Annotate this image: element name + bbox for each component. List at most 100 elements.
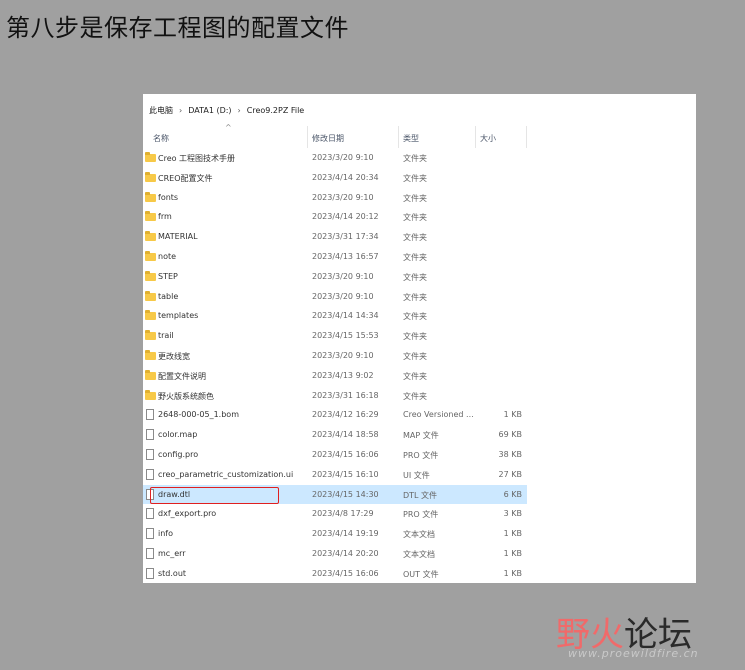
file-size: 1 KB: [503, 568, 522, 578]
column-header-name[interactable]: 名称: [153, 133, 169, 144]
file-row[interactable]: 野火版系统颜色 2023/3/31 16:18 文件夹: [143, 386, 527, 405]
file-size: 6 KB: [503, 489, 522, 499]
file-name: std.out: [158, 568, 187, 578]
file-name: 更改线宽: [158, 352, 190, 361]
file-row[interactable]: fonts 2023/3/20 9:10 文件夹: [143, 188, 527, 207]
file-size: 38 KB: [498, 450, 522, 459]
file-modified-date: 2023/4/14 20:34: [312, 172, 379, 182]
file-name: 2648-000-05_1.bom: [158, 410, 239, 420]
file-modified-date: 2023/3/20 9:10: [312, 271, 374, 281]
file-type: 文件夹: [403, 352, 427, 361]
file-row[interactable]: table 2023/3/20 9:10 文件夹: [143, 287, 527, 306]
column-header-modified[interactable]: 修改日期: [312, 133, 344, 144]
file-modified-date: 2023/4/14 19:19: [312, 529, 379, 539]
file-type: 文件夹: [403, 272, 427, 282]
file-row[interactable]: color.map 2023/4/14 18:58 MAP 文件 69 KB: [143, 425, 527, 444]
file-name: creo_parametric_customization.ui: [158, 469, 294, 479]
file-type: OUT 文件: [403, 569, 439, 579]
file-modified-date: 2023/4/13 16:57: [312, 252, 379, 261]
file-type: 文件夹: [403, 312, 427, 322]
chevron-right-icon: ›: [179, 105, 183, 115]
folder-icon: [145, 231, 156, 242]
file-name: templates: [158, 311, 199, 321]
file-icon: [146, 508, 154, 520]
file-type: UI 文件: [403, 470, 430, 480]
file-size: 1 KB: [503, 549, 522, 558]
chevron-right-icon: ›: [237, 105, 241, 115]
column-divider[interactable]: [398, 126, 399, 148]
breadcrumb-item-folder[interactable]: Creo9.2PZ File: [247, 106, 304, 115]
column-header-size[interactable]: 大小: [480, 133, 496, 144]
column-divider[interactable]: [526, 126, 527, 148]
column-divider[interactable]: [475, 126, 476, 148]
watermark-url: www.proewildfire.cn: [568, 647, 699, 660]
file-row[interactable]: CREO配置文件 2023/4/14 20:34 文件夹: [143, 168, 527, 187]
folder-icon: [145, 389, 156, 400]
file-row[interactable]: dxf_export.pro 2023/4/8 17:29 PRO 文件 3 KB: [143, 504, 527, 523]
file-row[interactable]: Creo 工程图技术手册 2023/3/20 9:10 文件夹: [143, 148, 527, 167]
file-icon: [146, 449, 154, 460]
file-modified-date: 2023/4/13 9:02: [312, 370, 374, 380]
file-type: 文件夹: [403, 233, 427, 243]
file-modified-date: 2023/4/14 20:20: [312, 549, 379, 558]
file-row[interactable]: frm 2023/4/14 20:12 文件夹: [143, 207, 527, 226]
file-row[interactable]: STEP 2023/3/20 9:10 文件夹: [143, 267, 527, 286]
breadcrumb-item-drive[interactable]: DATA1 (D:): [188, 106, 231, 115]
file-type: 文件夹: [403, 253, 427, 262]
file-modified-date: 2023/3/20 9:10: [312, 153, 374, 162]
file-modified-date: 2023/4/15 16:06: [312, 450, 379, 459]
breadcrumb[interactable]: 此电脑 › DATA1 (D:) › Creo9.2PZ File: [149, 103, 304, 117]
folder-icon: [145, 251, 156, 261]
file-type: 文件夹: [403, 173, 427, 183]
file-name: CREO配置文件: [158, 173, 213, 183]
folder-icon: [145, 152, 156, 162]
file-row[interactable]: 更改线宽 2023/3/20 9:10 文件夹: [143, 346, 527, 365]
file-row[interactable]: note 2023/4/13 16:57 文件夹: [143, 247, 527, 266]
file-name: table: [158, 291, 179, 301]
file-size: 27 KB: [498, 469, 522, 479]
file-name: frm: [158, 212, 172, 222]
file-type: 文件夹: [403, 371, 427, 381]
file-type: PRO 文件: [403, 510, 439, 520]
file-type: MAP 文件: [403, 431, 439, 441]
file-row[interactable]: info 2023/4/14 19:19 文本文档 1 KB: [143, 524, 527, 543]
column-divider[interactable]: [307, 126, 308, 148]
folder-icon: [145, 330, 156, 341]
file-icon: [146, 429, 154, 441]
column-header-type[interactable]: 类型: [403, 133, 419, 144]
file-icon: [146, 409, 154, 421]
file-name: dxf_export.pro: [158, 509, 217, 519]
file-modified-date: 2023/4/8 17:29: [312, 509, 374, 519]
file-modified-date: 2023/3/20 9:10: [312, 351, 374, 360]
file-modified-date: 2023/3/31 17:34: [312, 232, 379, 242]
highlight-annotation-box: [150, 487, 279, 504]
file-icon: [146, 528, 154, 540]
file-row[interactable]: config.pro 2023/4/15 16:06 PRO 文件 38 KB: [143, 445, 527, 464]
file-type: 文件夹: [403, 154, 427, 163]
file-row[interactable]: std.out 2023/4/15 16:06 OUT 文件 1 KB: [143, 564, 527, 583]
file-row[interactable]: templates 2023/4/14 14:34 文件夹: [143, 306, 527, 325]
forum-watermark: 野火论坛 www.proewildfire.cn: [556, 607, 736, 667]
breadcrumb-item-this-pc[interactable]: 此电脑: [149, 105, 173, 116]
file-row[interactable]: mc_err 2023/4/14 20:20 文本文档 1 KB: [143, 544, 527, 563]
folder-icon: [145, 171, 156, 182]
file-modified-date: 2023/4/14 14:34: [312, 311, 379, 321]
file-row[interactable]: 配置文件说明 2023/4/13 9:02 文件夹: [143, 366, 527, 385]
file-row[interactable]: 2648-000-05_1.bom 2023/4/12 16:29 Creo Ver…: [143, 405, 527, 424]
file-modified-date: 2023/4/15 14:30: [312, 489, 379, 499]
file-size: 3 KB: [503, 509, 522, 519]
file-type: 文件夹: [403, 193, 427, 203]
file-row[interactable]: MATERIAL 2023/3/31 17:34 文件夹: [143, 227, 527, 246]
file-type: DTL 文件: [403, 490, 438, 500]
file-name: trail: [158, 331, 174, 341]
file-type: 文件夹: [403, 332, 427, 342]
folder-icon: [145, 191, 156, 202]
file-type: PRO 文件: [403, 451, 439, 460]
file-row[interactable]: trail 2023/4/15 15:53 文件夹: [143, 326, 527, 345]
file-row[interactable]: creo_parametric_customization.ui 2023/4/1…: [143, 465, 527, 484]
file-modified-date: 2023/4/12 16:29: [312, 410, 379, 420]
folder-icon: [145, 350, 156, 360]
file-name: config.pro: [158, 450, 199, 459]
file-name: Creo 工程图技术手册: [158, 154, 236, 163]
file-size: 1 KB: [503, 529, 522, 539]
